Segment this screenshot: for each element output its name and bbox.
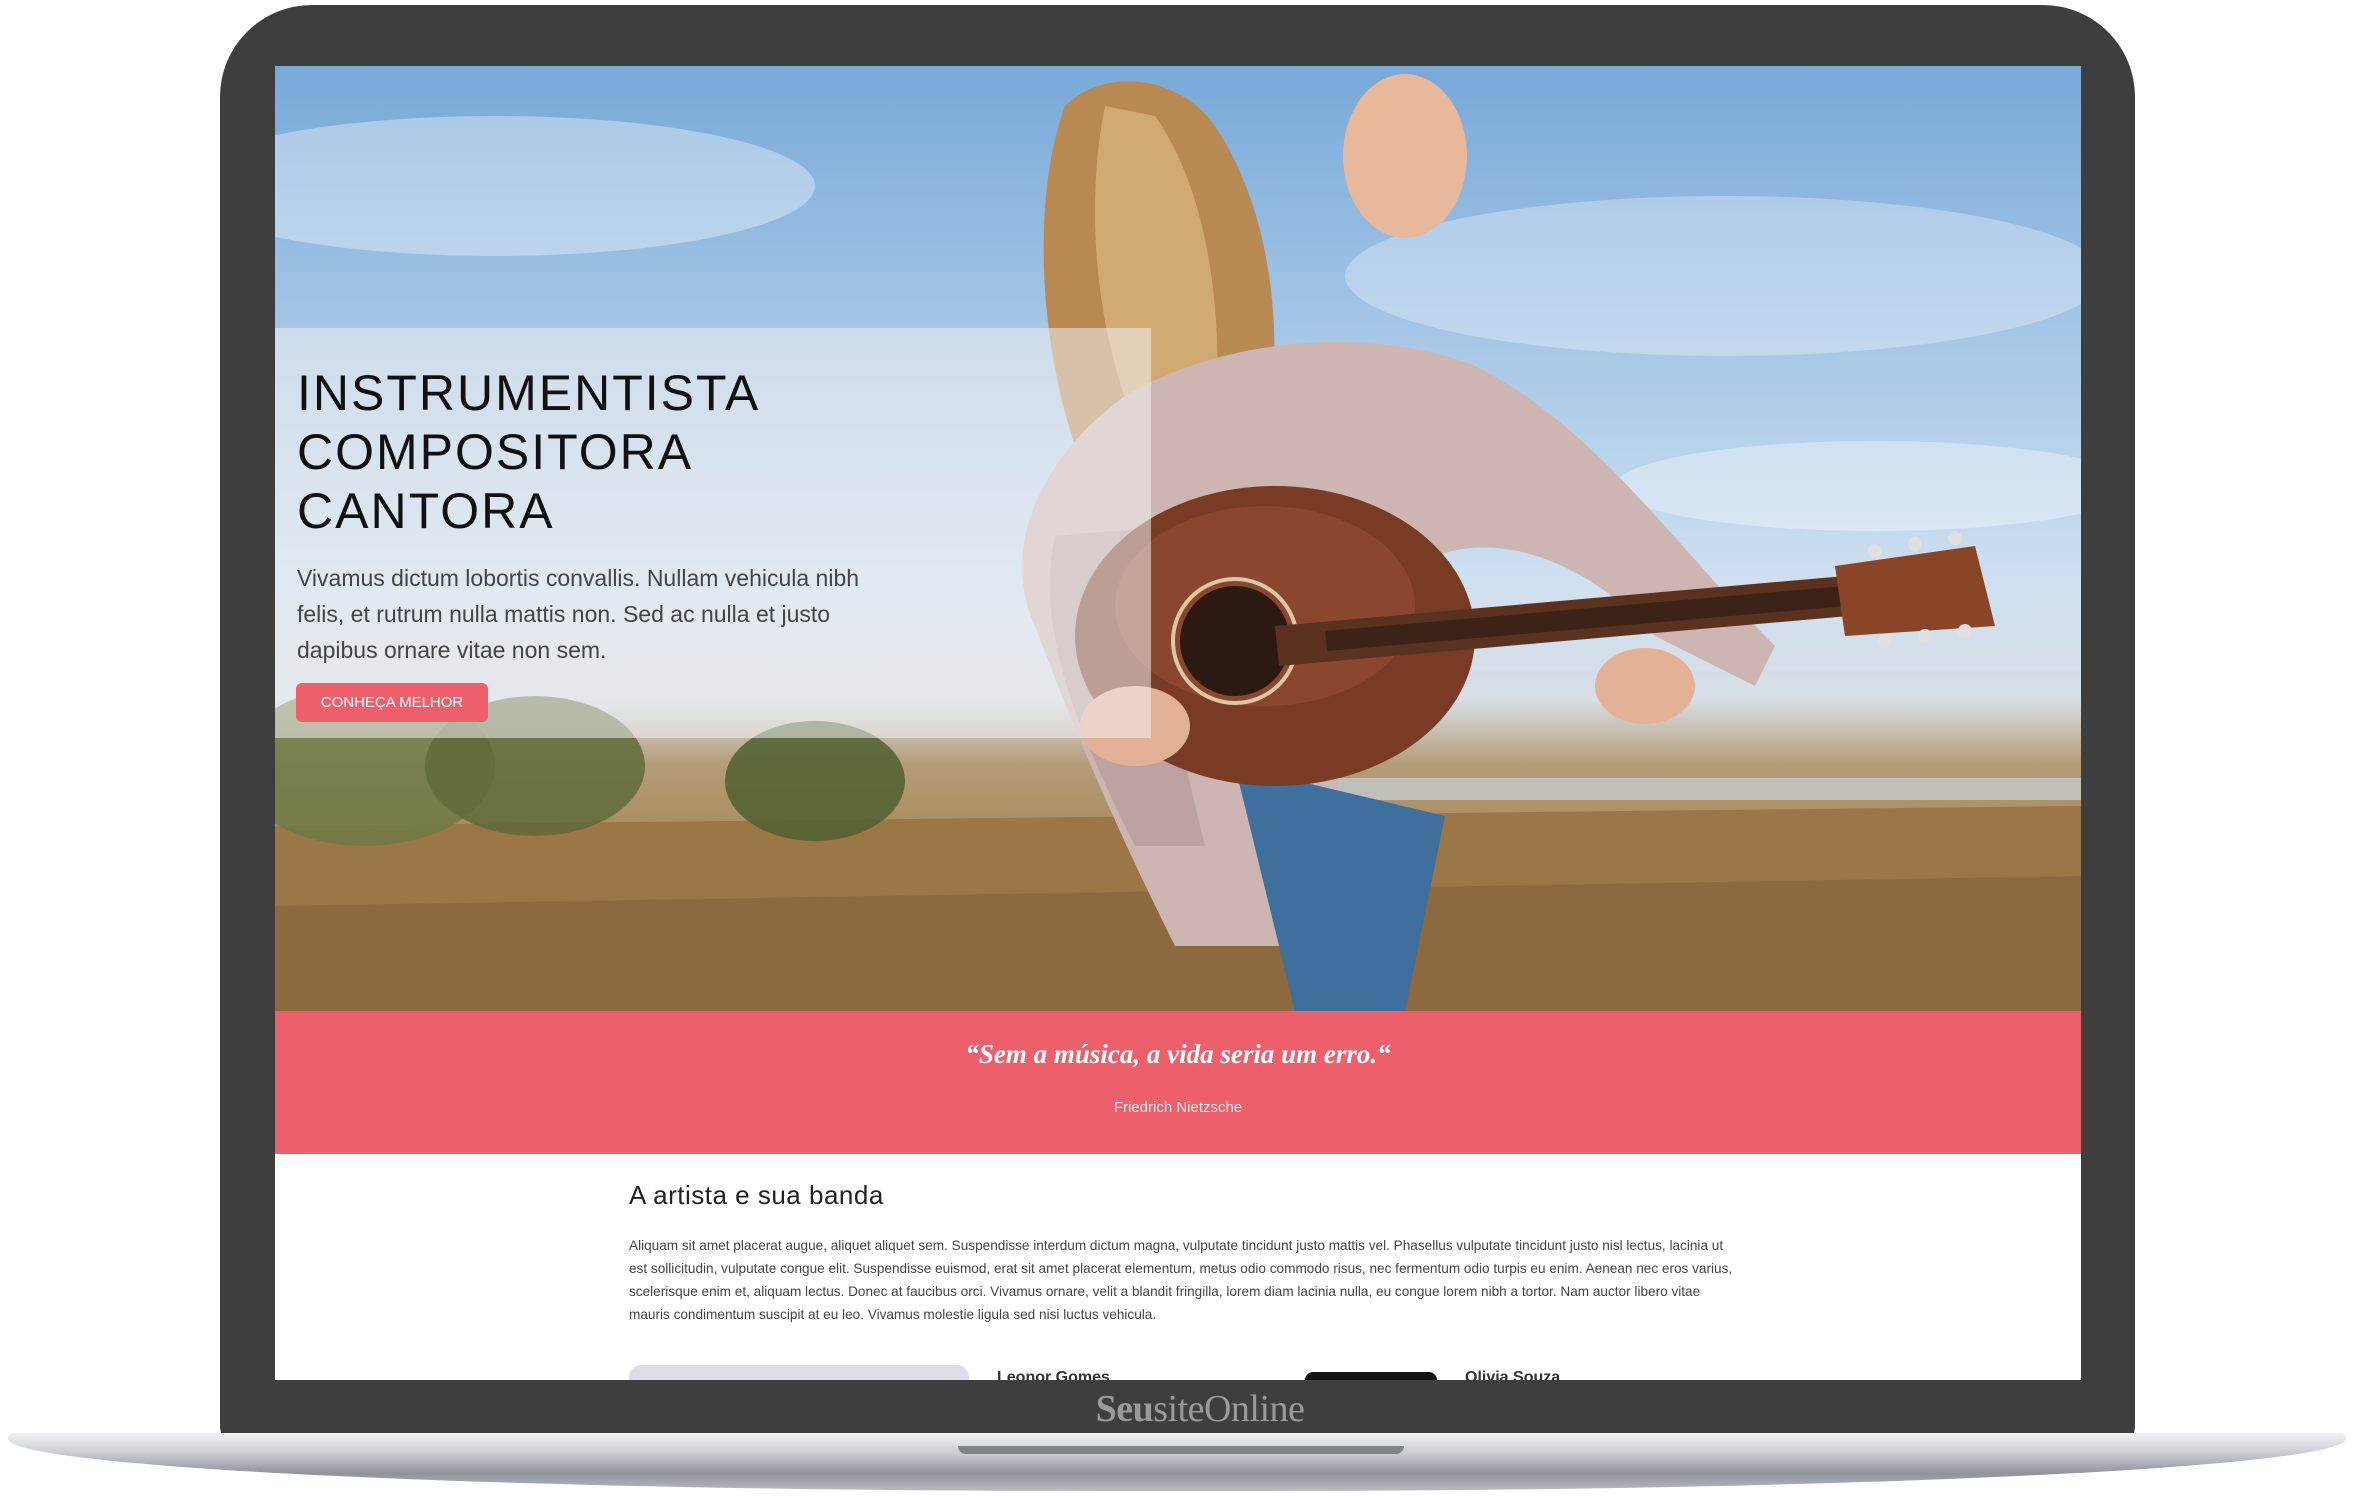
- cloud: [275, 116, 815, 256]
- horizon-haze: [1325, 778, 2081, 800]
- laptop-base: [8, 1433, 2346, 1491]
- tuning-peg: [1918, 629, 1932, 643]
- about-paragraph: Aliquam sit amet placerat augue, aliquet…: [629, 1238, 1733, 1322]
- tuning-peg: [1948, 531, 1962, 545]
- brand-logo-bold: Seu: [1095, 1388, 1154, 1430]
- brand-logo: SeusiteOnline: [1070, 1387, 1330, 1431]
- cloud: [1615, 441, 2081, 531]
- hand: [1595, 648, 1695, 724]
- guitar-sound-hole: [1180, 586, 1290, 696]
- hero-title-line: COMPOSITORA: [297, 424, 694, 480]
- hero-section: INSTRUMENTISTA COMPOSITORA CANTORA Vivam…: [275, 66, 2081, 1011]
- tuning-peg: [1878, 634, 1892, 648]
- tuning-peg: [1908, 537, 1922, 551]
- hero-title: INSTRUMENTISTA COMPOSITORA CANTORA: [297, 364, 760, 541]
- about-title: A artista e sua banda: [629, 1180, 884, 1210]
- hero-description: Vivamus dictum lobortis convallis. Nulla…: [297, 565, 860, 663]
- tuning-peg: [1868, 544, 1882, 558]
- tuning-peg: [1958, 624, 1972, 638]
- band-member-name: Olivia Souza: [1465, 1370, 1561, 1380]
- band-member-card[interactable]: [629, 1365, 969, 1380]
- laptop-notch: [958, 1446, 1404, 1454]
- band-member-card[interactable]: [1305, 1372, 1437, 1380]
- face: [1343, 74, 1467, 238]
- website-screen: INSTRUMENTISTA COMPOSITORA CANTORA Vivam…: [275, 66, 2081, 1380]
- guitar-headstock: [1835, 546, 1995, 636]
- quote-band: [275, 1011, 2081, 1154]
- quote-text: “Sem a música, a vida seria um erro.“: [965, 1039, 1391, 1069]
- learn-more-button[interactable]: CONHEÇA MELHOR: [296, 683, 488, 722]
- cloud: [1345, 196, 2081, 356]
- hero-title-line: INSTRUMENTISTA: [297, 365, 761, 421]
- bush: [725, 721, 905, 841]
- band-member-name: Leonor Gomes: [997, 1370, 1110, 1380]
- hero-title-line: CANTORA: [297, 483, 555, 539]
- brand-logo-regular: siteOnline: [1153, 1388, 1305, 1430]
- quote-author: Friedrich Nietzsche: [1113, 1099, 1243, 1116]
